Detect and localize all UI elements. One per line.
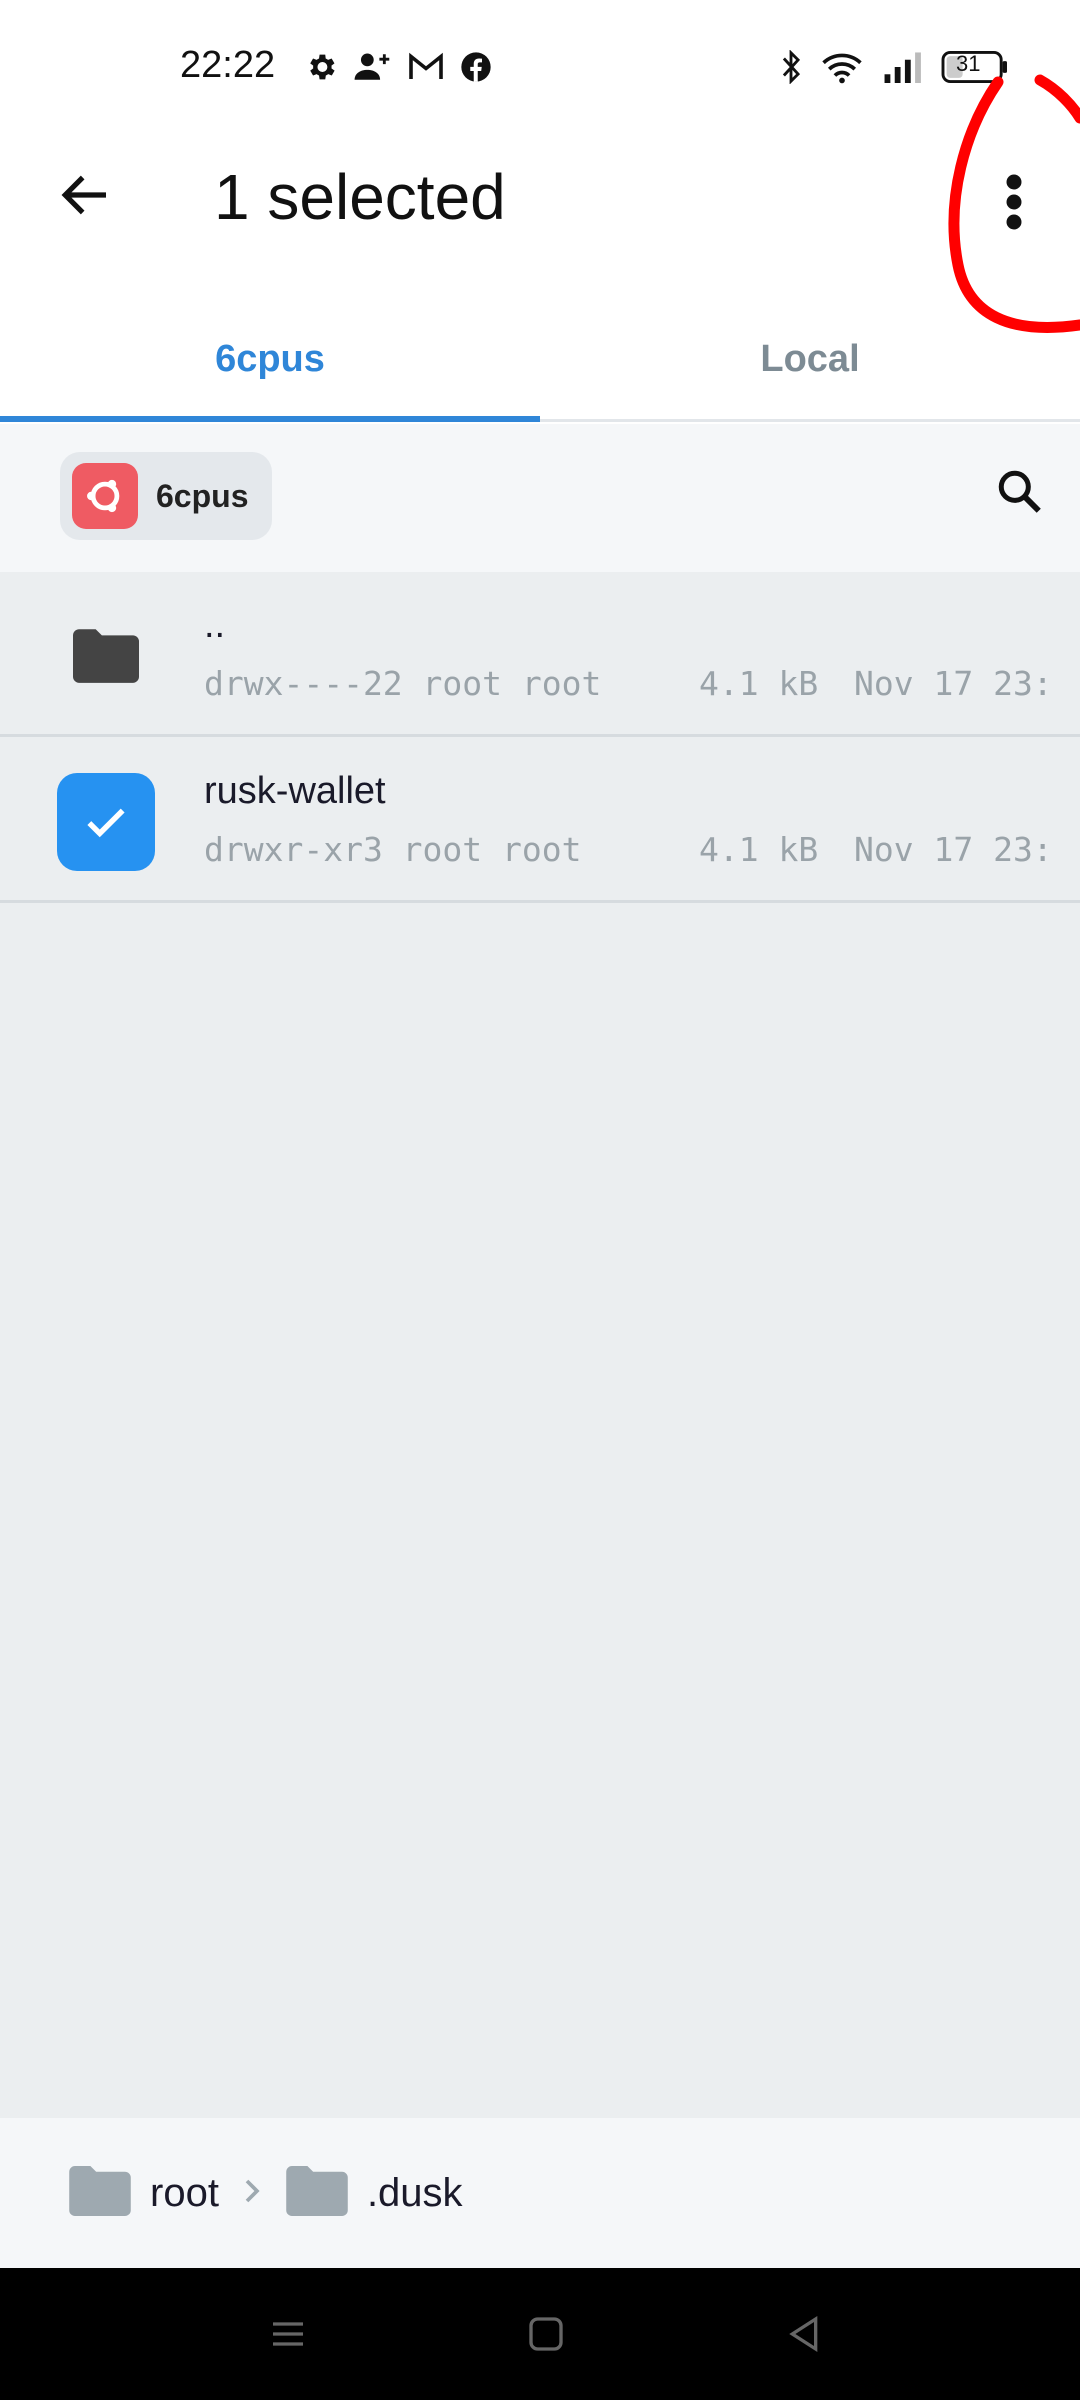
file-size: 4.1 kB [699, 830, 819, 869]
server-name: 6cpus [156, 477, 249, 514]
file-row-rusk-wallet[interactable]: rusk-wallet drwxr-xr3 root root 4.1 kB N… [0, 738, 1080, 903]
server-bar: 6cpus [0, 424, 1080, 572]
breadcrumb-label: root [150, 2170, 219, 2215]
arrow-back-icon [57, 167, 113, 228]
breadcrumb-item-root[interactable]: root [68, 2165, 219, 2221]
wifi-icon [820, 50, 864, 84]
breadcrumb-item-dusk[interactable]: .dusk [285, 2165, 463, 2221]
file-row-parent[interactable]: .. drwx----22 root root 4.1 kB Nov 17 23… [0, 572, 1080, 737]
chevron-right-icon [237, 2171, 267, 2216]
file-meta: drwxr-xr3 root root 4.1 kB Nov 17 23: [204, 830, 1060, 869]
gmail-icon [408, 52, 444, 82]
search-button[interactable] [990, 464, 1050, 524]
search-icon [995, 467, 1045, 522]
status-time: 22:22 [180, 44, 276, 86]
back-triangle-icon [784, 2314, 824, 2359]
tab-6cpus[interactable]: 6cpus [0, 300, 540, 422]
back-button[interactable] [50, 162, 120, 232]
tab-bar: 6cpus Local [0, 300, 1080, 422]
checkbox-checked-icon[interactable] [57, 773, 155, 871]
settings-icon [304, 50, 338, 84]
server-chip[interactable]: 6cpus [60, 452, 273, 540]
file-meta: drwx----22 root root 4.1 kB Nov 17 23: [204, 664, 1060, 703]
status-bar: 22:22 31 [0, 0, 1080, 140]
battery-level: 31 [956, 51, 981, 76]
battery-icon: 31 [940, 51, 1010, 83]
app-bar: 1 selected [0, 140, 1080, 280]
breadcrumb-label: .dusk [366, 2170, 463, 2215]
back-nav-button[interactable] [774, 2306, 834, 2366]
tab-local[interactable]: Local [540, 300, 1080, 419]
file-permissions: drwx----22 root root [204, 664, 602, 703]
status-right-icons: 31 [780, 50, 1010, 84]
folder-icon [56, 606, 156, 706]
menu-icon [268, 2314, 308, 2359]
recents-button[interactable] [258, 2306, 318, 2366]
facebook-icon [460, 51, 492, 83]
home-square-icon [526, 2314, 566, 2359]
row-selection [56, 772, 156, 872]
more-options-button[interactable] [984, 164, 1044, 244]
home-button[interactable] [516, 2306, 576, 2366]
file-list: .. drwx----22 root root 4.1 kB Nov 17 23… [0, 572, 1080, 2118]
person-add-icon [354, 50, 392, 84]
file-date: Nov 17 23: [854, 830, 1053, 869]
file-date: Nov 17 23: [854, 664, 1053, 703]
status-left-icons [304, 50, 492, 84]
file-size: 4.1 kB [699, 664, 819, 703]
more-vert-icon [1004, 172, 1024, 237]
folder-icon [285, 2165, 349, 2221]
file-name: rusk-wallet [204, 770, 386, 812]
bluetooth-icon [780, 50, 802, 84]
folder-icon [68, 2165, 132, 2221]
file-permissions: drwxr-xr3 root root [204, 830, 582, 869]
system-nav-bar [0, 2268, 1080, 2400]
ubuntu-logo-icon [72, 463, 138, 529]
page-title: 1 selected [214, 161, 506, 233]
signal-icon [882, 51, 922, 83]
breadcrumb: root .dusk [0, 2118, 1080, 2268]
file-name: .. [204, 604, 226, 646]
